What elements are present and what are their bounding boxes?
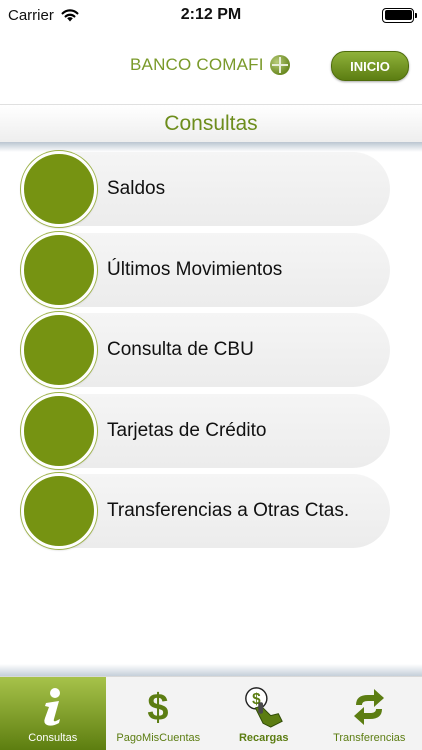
tab-recargas[interactable]: $ Recargas <box>211 677 317 750</box>
tab-label: Consultas <box>28 732 78 744</box>
brand-name: BANCO COMAFI <box>130 55 264 74</box>
menu-item-saldos[interactable]: Saldos <box>21 151 390 227</box>
battery-icon <box>382 7 417 23</box>
menu-item-label: Saldos <box>107 178 166 199</box>
transfer-arrows-icon <box>347 685 391 729</box>
tab-label: Recargas <box>238 732 289 744</box>
recharge-icon: $ <box>242 685 286 729</box>
tab-label: PagoMisCuentas <box>116 732 201 744</box>
menu-item-label: Tarjetas de Crédito <box>107 420 267 441</box>
menu-item-label: Consulta de CBU <box>107 339 254 360</box>
menu-bullet-icon <box>21 232 97 308</box>
menu-bullet-icon <box>21 151 97 227</box>
menu-item-transferencias-otras-ctas[interactable]: Transferencias a Otras Ctas. <box>21 473 390 549</box>
tab-bar-shadow <box>0 664 422 676</box>
home-button[interactable]: INICIO <box>331 51 409 81</box>
status-time: 2:12 PM <box>180 6 242 23</box>
menu-bullet-icon <box>21 393 97 469</box>
info-icon <box>31 685 75 729</box>
brand-logo: BANCO COMAFI <box>130 55 290 75</box>
menu-item-consulta-cbu[interactable]: Consulta de CBU <box>21 312 390 388</box>
app-header: BANCO COMAFI INICIO <box>0 30 422 104</box>
tab-consultas[interactable]: Consultas <box>0 677 106 750</box>
tab-pagomiscuentas[interactable]: $ PagoMisCuentas <box>106 677 212 750</box>
svg-text:$: $ <box>148 687 169 728</box>
tab-label: Transferencias <box>333 732 406 744</box>
menu-item-label: Últimos Movimientos <box>107 259 283 280</box>
section-title: Consultas <box>164 111 258 135</box>
tab-transferencias[interactable]: Transferencias <box>317 677 422 750</box>
menu-bullet-icon <box>21 473 97 549</box>
menu-item-tarjetas-credito[interactable]: Tarjetas de Crédito <box>21 393 390 469</box>
dollar-icon: $ <box>136 685 180 729</box>
status-bar: Carrier 2:12 PM <box>0 0 422 30</box>
brand-mark-icon <box>269 55 290 75</box>
menu-bullet-icon <box>21 312 97 388</box>
menu-item-ultimos-movimientos[interactable]: Últimos Movimientos <box>21 232 390 308</box>
section-title-bar: Consultas <box>0 104 422 142</box>
bottom-tab-bar: Consultas $ PagoMisCuentas $ Recargas Tr… <box>0 676 422 750</box>
menu-item-label: Transferencias a Otras Ctas. <box>107 500 350 521</box>
